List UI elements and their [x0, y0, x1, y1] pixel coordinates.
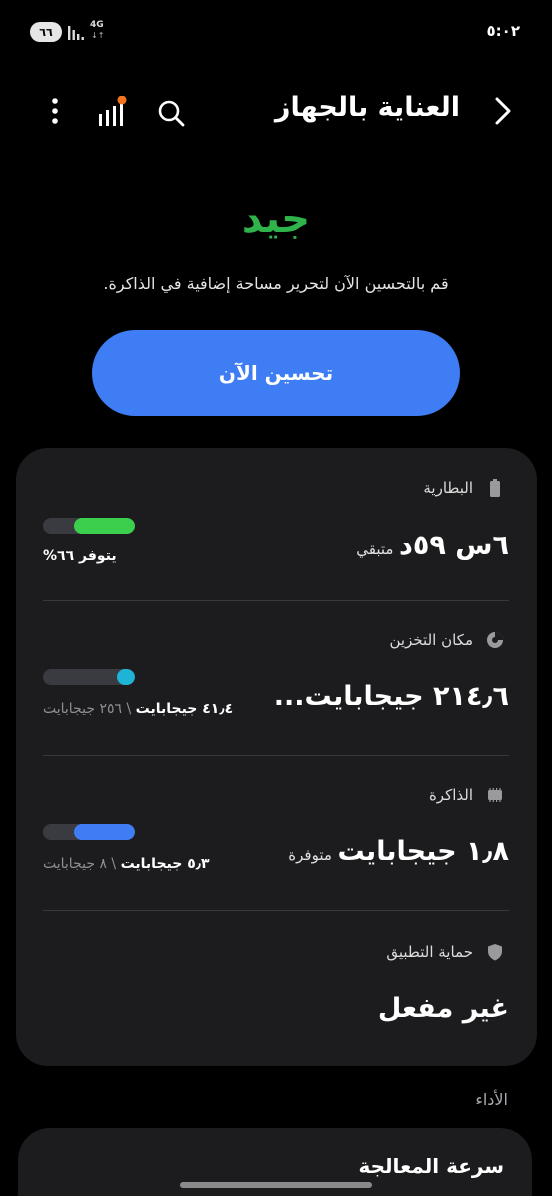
- storage-usage-text: ٤١٫٤ جيجابايت \ ٢٥٦ جيجابايت: [43, 701, 233, 717]
- performance-section-label: الأداء: [475, 1090, 508, 1109]
- memory-usage-fill: [74, 824, 135, 840]
- statistics-button[interactable]: [96, 95, 128, 130]
- device-care-screen: ٦٦ 4G ↓↑ ٥:٠٢ العناية بالجهاز جيد قم بال…: [0, 0, 552, 1196]
- optimize-now-button[interactable]: تحسين الآن: [92, 330, 460, 416]
- memory-free-value: ١٫٨ جيجابايت: [337, 836, 509, 867]
- storage-pie-icon: [487, 632, 503, 648]
- memory-free-suffix: متوفرة: [288, 846, 332, 864]
- memory-separator: \: [106, 856, 121, 872]
- memory-used: ٥٫٣ جيجابايت: [120, 856, 210, 872]
- memory-total: ٨ جيجابايت: [43, 856, 107, 872]
- storage-value: ٢١٤٫٦ جيجابايت...: [274, 681, 509, 712]
- storage-used: ٤١٫٤ جيجابايت: [135, 701, 234, 717]
- battery-row[interactable]: البطارية ٦س ٥٩د متبقي يتوفر ٦٦%: [16, 448, 537, 600]
- signal-strength-icon: [68, 26, 84, 40]
- memory-label: الذاكرة: [428, 786, 473, 804]
- storage-free-value: ٢١٤٫٦ جيجابايت...: [273, 681, 509, 712]
- app-protection-row[interactable]: حماية التطبيق غير مفعل: [16, 911, 537, 1066]
- storage-total: ٢٥٦ جيجابايت: [43, 701, 122, 717]
- notification-dot: [117, 95, 127, 105]
- page-title: العناية بالجهاز: [274, 92, 460, 123]
- home-indicator[interactable]: [180, 1182, 372, 1188]
- app-protection-value: غير مفعل: [377, 993, 509, 1024]
- search-icon: [158, 100, 185, 127]
- memory-chip-icon: [488, 788, 502, 802]
- status-time: ٥:٠٢: [486, 22, 520, 40]
- memory-usage-text: ٥٫٣ جيجابايت \ ٨ جيجابايت: [43, 856, 210, 872]
- shield-icon: [488, 944, 502, 961]
- battery-label: البطارية: [423, 479, 473, 497]
- more-options-button[interactable]: [42, 96, 68, 130]
- device-care-card: البطارية ٦س ٥٩د متبقي يتوفر ٦٦% مكان الت…: [16, 448, 537, 1066]
- storage-usage-bar: [43, 669, 135, 685]
- device-status-message: قم بالتحسين الآن لتحرير مساحة إضافية في …: [103, 274, 449, 293]
- battery-time-remaining: ٦س ٥٩د: [399, 530, 509, 561]
- app-protection-status: غير مفعل: [378, 993, 509, 1024]
- battery-level-fill: [74, 518, 135, 534]
- battery-remaining-suffix: متبقي: [356, 540, 394, 558]
- back-button[interactable]: [490, 94, 516, 128]
- network-type-label: 4G: [90, 20, 104, 30]
- back-arrow-icon: [495, 97, 511, 125]
- app-header: العناية بالجهاز: [0, 84, 552, 140]
- storage-usage-fill: [116, 669, 135, 685]
- more-vert-icon: [52, 98, 58, 124]
- storage-row[interactable]: مكان التخزين ٢١٤٫٦ جيجابايت... ٤١٫٤ جيجا…: [16, 601, 537, 755]
- battery-level-badge: ٦٦: [30, 22, 62, 42]
- device-status-rating: جيد: [241, 196, 311, 242]
- memory-usage-bar: [43, 824, 135, 840]
- memory-row[interactable]: الذاكرة ١٫٨ جيجابايت متوفرة ٥٫٣ جيجابايت…: [16, 756, 537, 910]
- battery-remaining: ٦س ٥٩د متبقي: [356, 530, 509, 561]
- storage-separator: \: [122, 701, 136, 717]
- memory-value: ١٫٨ جيجابايت متوفرة: [288, 836, 509, 867]
- battery-icon: [490, 479, 500, 497]
- storage-label: مكان التخزين: [389, 631, 474, 649]
- status-bar: ٦٦ 4G ↓↑ ٥:٠٢: [0, 18, 552, 48]
- bar-chart-icon: [99, 95, 127, 126]
- app-protection-label: حماية التطبيق: [386, 943, 473, 961]
- battery-available-text: يتوفر ٦٦%: [43, 548, 117, 564]
- battery-level-bar: [43, 518, 135, 534]
- search-button[interactable]: [154, 96, 188, 130]
- processing-speed-title: سرعة المعالجة: [358, 1154, 505, 1178]
- data-activity-icon: ↓↑: [91, 31, 105, 40]
